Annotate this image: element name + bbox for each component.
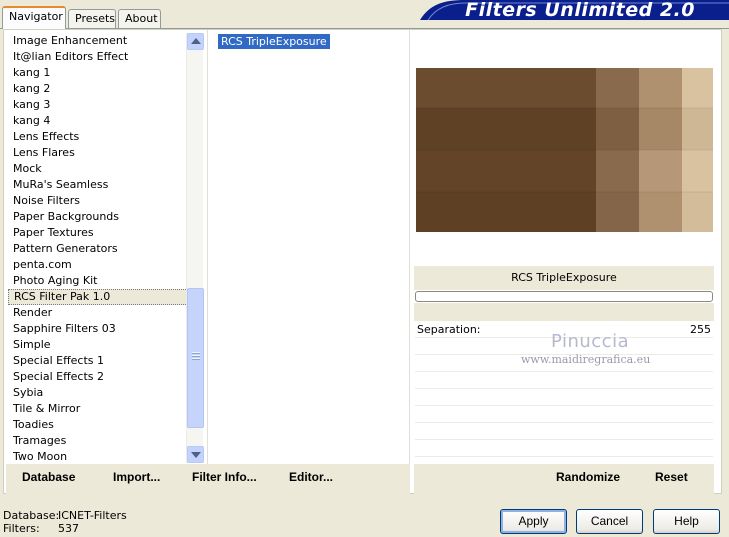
editor-button[interactable]: Editor... (289, 470, 333, 484)
watermark-url: www.maidiregrafica.eu (521, 353, 651, 366)
category-item[interactable]: Tramages (8, 433, 190, 449)
filter-title-bar: RCS TripleExposure (414, 266, 714, 290)
preview-divider (409, 30, 410, 493)
chevron-down-icon (191, 452, 201, 458)
category-item[interactable]: Special Effects 1 (8, 353, 190, 369)
category-item[interactable]: Sybia (8, 385, 190, 401)
help-button[interactable]: Help (653, 509, 720, 534)
tab-navigator[interactable]: Navigator (2, 6, 66, 29)
category-item[interactable]: Render (8, 305, 190, 321)
tab-navigator-label: Navigator (9, 10, 63, 23)
param-value: 255 (690, 323, 711, 336)
param-row-empty (415, 407, 713, 423)
filter-info-button[interactable]: Filter Info... (192, 470, 257, 484)
category-item[interactable]: kang 3 (8, 97, 190, 113)
reset-button[interactable]: Reset (655, 470, 688, 484)
category-item[interactable]: Toadies (8, 417, 190, 433)
param-row-empty (415, 390, 713, 406)
param-header-band (414, 303, 714, 321)
list-divider (207, 30, 208, 493)
database-button[interactable]: Database (22, 470, 75, 484)
param-row-empty (415, 373, 713, 389)
param-row-empty (415, 424, 713, 440)
category-item[interactable]: Mock (8, 161, 190, 177)
import-button[interactable]: Import... (113, 470, 160, 484)
apply-button[interactable]: Apply (500, 509, 567, 534)
category-item[interactable]: Sapphire Filters 03 (8, 321, 190, 337)
category-item[interactable]: penta.com (8, 257, 190, 273)
category-item[interactable]: MuRa's Seamless (8, 177, 190, 193)
scroll-thumb[interactable] (187, 288, 204, 428)
progress-bar (415, 291, 713, 302)
chevron-up-icon (191, 38, 201, 44)
tab-presets-label: Presets (75, 12, 116, 25)
category-item[interactable]: kang 1 (8, 65, 190, 81)
status-database-value: ICNET-Filters (58, 509, 127, 522)
category-item[interactable]: RCS Filter Pak 1.0 (8, 289, 190, 305)
app-logo: Filters Unlimited 2.0 (420, 0, 729, 21)
status-database: Database: ICNET-Filters (3, 509, 127, 522)
category-item[interactable]: Paper Backgrounds (8, 209, 190, 225)
watermark-title: Pinuccia (551, 331, 630, 352)
tab-strip: Navigator Presets About (0, 0, 400, 29)
tab-about[interactable]: About (118, 9, 161, 28)
scroll-up-button[interactable] (187, 33, 204, 50)
tab-about-label: About (125, 12, 158, 25)
category-item[interactable]: Lens Flares (8, 145, 190, 161)
category-item[interactable]: Image Enhancement (8, 33, 190, 49)
category-list[interactable]: Image Enhancement It@lian Editors Effect k… (8, 33, 190, 465)
preview-canvas (416, 68, 713, 232)
category-item[interactable]: Simple (8, 337, 190, 353)
category-item[interactable]: kang 2 (8, 81, 190, 97)
status-database-label: Database: (3, 509, 60, 522)
scroll-down-button[interactable] (187, 446, 204, 463)
preview-image (416, 68, 713, 232)
category-item[interactable]: Photo Aging Kit (8, 273, 190, 289)
category-item[interactable]: Pattern Generators (8, 241, 190, 257)
category-item[interactable]: Tile & Mirror (8, 401, 190, 417)
grip-icon (192, 352, 200, 361)
category-item[interactable]: Paper Textures (8, 225, 190, 241)
category-item[interactable]: Lens Effects (8, 129, 190, 145)
category-item[interactable]: Two Moon (8, 449, 190, 465)
category-item[interactable]: Special Effects 2 (8, 369, 190, 385)
category-item[interactable]: Noise Filters (8, 193, 190, 209)
category-item[interactable]: It@lian Editors Effect (8, 49, 190, 65)
param-label: Separation: (417, 323, 481, 336)
status-filters-value: 537 (58, 522, 79, 535)
filter-title: RCS TripleExposure (511, 271, 617, 284)
param-row-empty (415, 441, 713, 457)
status-filters-label: Filters: (3, 522, 40, 535)
status-filters: Filters: 537 (3, 522, 79, 535)
logo-text: Filters Unlimited 2.0 (465, 0, 695, 21)
filter-item-rcs-tripleexposure[interactable]: RCS TripleExposure (218, 34, 330, 49)
category-scrollbar[interactable] (186, 33, 204, 463)
tab-presets[interactable]: Presets (68, 9, 116, 28)
randomize-button[interactable]: Randomize (556, 470, 620, 484)
cancel-button[interactable]: Cancel (576, 509, 643, 534)
category-item[interactable]: kang 4 (8, 113, 190, 129)
